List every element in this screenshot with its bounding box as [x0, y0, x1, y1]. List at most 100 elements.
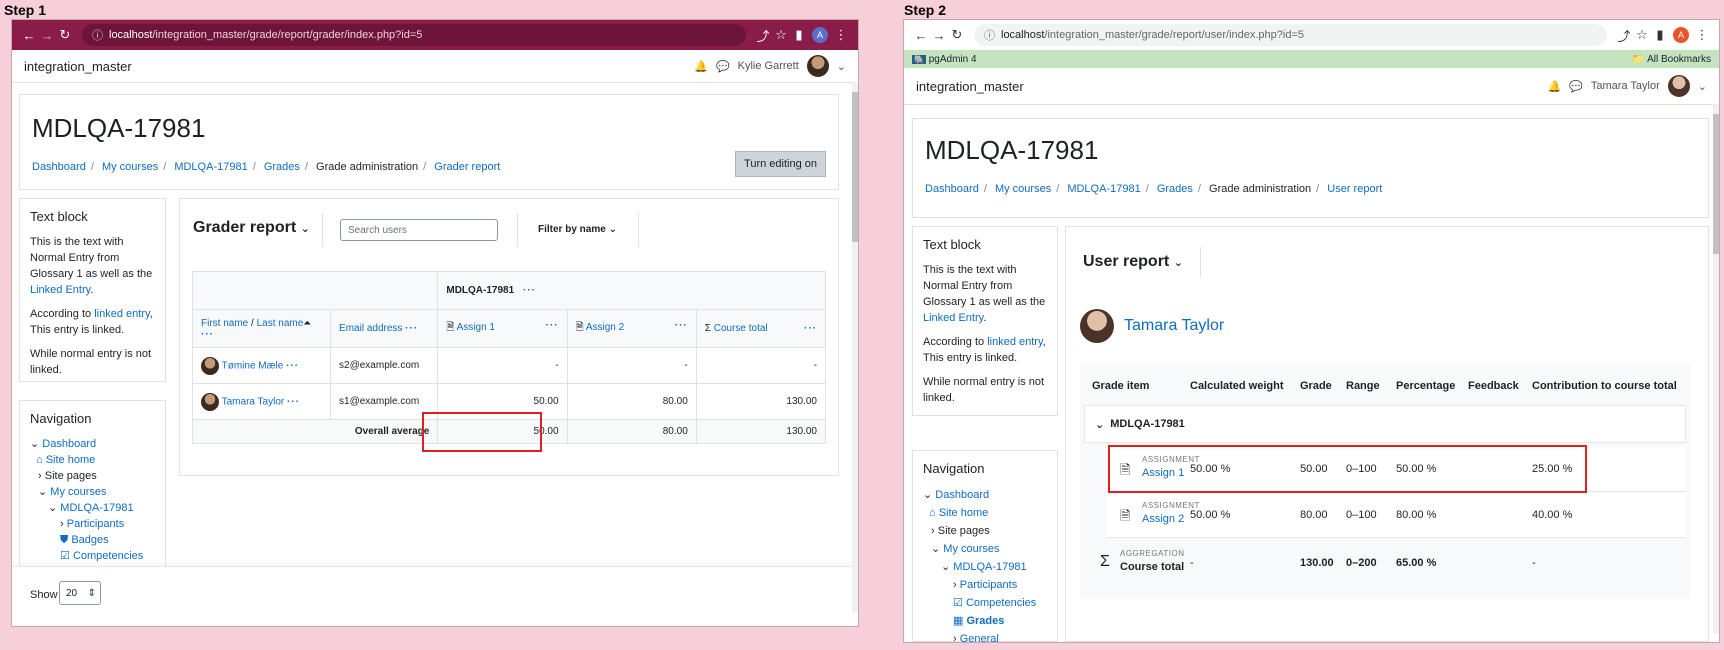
chevron-down-icon[interactable]: ⌄ [1698, 80, 1707, 93]
share-icon[interactable]: ⤴ [754, 26, 772, 45]
scrollbar[interactable] [1713, 104, 1719, 634]
breadcrumb-grader-report[interactable]: Grader report [434, 161, 500, 173]
nav-my-courses[interactable]: ⌄ My courses [30, 484, 155, 500]
forward-icon[interactable]: → [38, 28, 56, 43]
grade-cell[interactable]: - [566, 347, 697, 384]
nav-competencies[interactable]: ☑ Competencies [30, 548, 155, 564]
breadcrumb-my-courses[interactable]: My courses [102, 161, 158, 173]
contribution-cell: - [1532, 557, 1536, 569]
linked-entry-link[interactable]: Linked Entry [923, 312, 983, 324]
col-assign1-header[interactable]: 🗎 Assign 1 ··· [437, 309, 568, 348]
menu-icon[interactable]: ⋮ [832, 27, 850, 43]
breadcrumb-user-report[interactable]: User report [1327, 183, 1382, 195]
breadcrumb-course[interactable]: MDLQA-17981 [174, 161, 247, 173]
nav-general[interactable]: › General [923, 630, 1047, 642]
col-total-header[interactable]: Σ Course total ··· [695, 309, 827, 348]
col-assign2-header[interactable]: 🗎 Assign 2 ··· [566, 309, 697, 348]
star-icon[interactable]: ☆ [1633, 27, 1651, 43]
step1-grader-report: Grader report ⌄ Search users Filter by n… [179, 198, 839, 476]
nav-grades[interactable]: ▦ Grades [923, 612, 1047, 630]
bookmark-pgadmin[interactable]: 🐘 pgAdmin 4 [912, 54, 977, 65]
bell-icon[interactable]: 🔔 [1547, 80, 1561, 93]
step1-moodle-navbar: integration_master 🔔 💬 Kylie Garrett ⌄ [12, 50, 858, 83]
nav-site-pages[interactable]: › Site pages [923, 522, 1047, 540]
col-name-header[interactable]: First name / Last name⏶ ··· [191, 309, 332, 348]
student-name-link[interactable]: Tamara Taylor [1124, 317, 1224, 335]
sidepanel-icon[interactable]: ▮ [790, 27, 808, 43]
site-name[interactable]: integration_master [24, 59, 132, 74]
nav-site-home[interactable]: ⌂ Site home [30, 452, 155, 468]
more-icon[interactable]: ··· [523, 285, 536, 296]
breadcrumb-dashboard[interactable]: Dashboard [925, 183, 979, 195]
share-icon[interactable]: ⤴ [1615, 26, 1633, 45]
nav-my-courses[interactable]: ⌄ My courses [923, 540, 1047, 558]
forward-icon[interactable]: → [930, 28, 948, 43]
turn-editing-button[interactable]: Turn editing on [735, 151, 826, 177]
per-page-select[interactable]: 20 ⇕ [59, 581, 101, 605]
category-row[interactable]: ⌄ MDLQA-17981 [1084, 405, 1686, 443]
report-selector[interactable]: Grader report ⌄ [193, 219, 310, 237]
step2-address-bar[interactable]: ⓘ localhost/integration_master/grade/rep… [974, 24, 1607, 46]
col-email-header[interactable]: Email address ··· [330, 309, 439, 348]
breadcrumb-course[interactable]: MDLQA-17981 [1067, 183, 1140, 195]
sigma-icon: Σ [1100, 553, 1110, 570]
breadcrumb-grades[interactable]: Grades [1157, 183, 1193, 195]
nav-dashboard[interactable]: ⌄ Dashboard [923, 486, 1047, 504]
scrollbar[interactable] [852, 82, 858, 612]
student-cell[interactable]: Tømine Mæle ··· [191, 347, 332, 384]
star-icon[interactable]: ☆ [772, 27, 790, 43]
url-path: /integration_master/grade/report/grader/… [152, 29, 423, 41]
all-bookmarks[interactable]: 📁 All Bookmarks [1632, 54, 1711, 65]
nav-site-pages[interactable]: › Site pages [30, 468, 155, 484]
info-icon: ⓘ [92, 30, 103, 42]
text-block-p3: While normal entry is not linked. [923, 376, 1045, 404]
item-link[interactable]: Assign 2 [1142, 513, 1184, 525]
nav-competencies[interactable]: ☑ Competencies [923, 594, 1047, 612]
average-cell: 130.00 [695, 419, 827, 444]
user-name[interactable]: Kylie Garrett [738, 60, 799, 72]
chevron-down-icon: ⌄ [941, 561, 951, 573]
avatar [201, 356, 219, 375]
chevron-down-icon: ⌄ [608, 224, 617, 235]
breadcrumb-grades[interactable]: Grades [264, 161, 300, 173]
site-name[interactable]: integration_master [916, 79, 1024, 94]
profile-icon[interactable]: A [1673, 27, 1689, 43]
nav-course[interactable]: ⌄ MDLQA-17981 [923, 558, 1047, 576]
breadcrumb-dashboard[interactable]: Dashboard [32, 161, 86, 173]
sidepanel-icon[interactable]: ▮ [1651, 27, 1669, 43]
reload-icon[interactable]: ↻ [948, 27, 966, 43]
profile-icon[interactable]: A [812, 27, 828, 43]
back-icon[interactable]: ← [20, 28, 38, 43]
menu-icon[interactable]: ⋮ [1693, 27, 1711, 43]
chevron-down-icon[interactable]: ⌄ [837, 60, 846, 73]
url-host: localhost [109, 29, 153, 41]
nav-badges[interactable]: ⛊ Badges [30, 532, 155, 548]
chat-icon[interactable]: 💬 [1569, 80, 1583, 93]
student-cell[interactable]: Tamara Taylor ··· [191, 383, 332, 420]
avatar[interactable] [806, 55, 829, 77]
chat-icon[interactable]: 💬 [716, 60, 730, 73]
bell-icon[interactable]: 🔔 [694, 60, 708, 73]
linked-entry-link-2[interactable]: linked entry [94, 308, 149, 320]
nav-site-home[interactable]: ⌂ Site home [923, 504, 1047, 522]
reload-icon[interactable]: ↻ [56, 27, 74, 43]
breadcrumb-my-courses[interactable]: My courses [995, 183, 1051, 195]
search-users-input[interactable]: Search users [340, 219, 498, 241]
sigma-icon: Σ [704, 323, 711, 334]
avatar[interactable] [1667, 75, 1690, 97]
grade-cell[interactable]: 80.00 [566, 383, 697, 420]
nav-dashboard[interactable]: ⌄ Dashboard [30, 436, 155, 452]
step1-footer-bar: Show 20 ⇕ [12, 566, 852, 626]
filter-by-name-button[interactable]: Filter by name ⌄ [538, 224, 617, 235]
linked-entry-link[interactable]: Linked Entry [30, 284, 90, 296]
grade-cell[interactable]: - [437, 347, 568, 384]
nav-course[interactable]: ⌄ MDLQA-17981 [30, 500, 155, 516]
nav-participants[interactable]: › Participants [30, 516, 155, 532]
linked-entry-link-2[interactable]: linked entry [987, 336, 1042, 348]
step1-address-bar[interactable]: ⓘ localhost/integration_master/grade/rep… [82, 24, 746, 46]
back-icon[interactable]: ← [912, 28, 930, 43]
nav-participants[interactable]: › Participants [923, 576, 1047, 594]
user-name[interactable]: Tamara Taylor [1591, 80, 1660, 92]
navigation-title: Navigation [30, 411, 92, 426]
report-selector[interactable]: User report ⌄ [1083, 253, 1183, 271]
